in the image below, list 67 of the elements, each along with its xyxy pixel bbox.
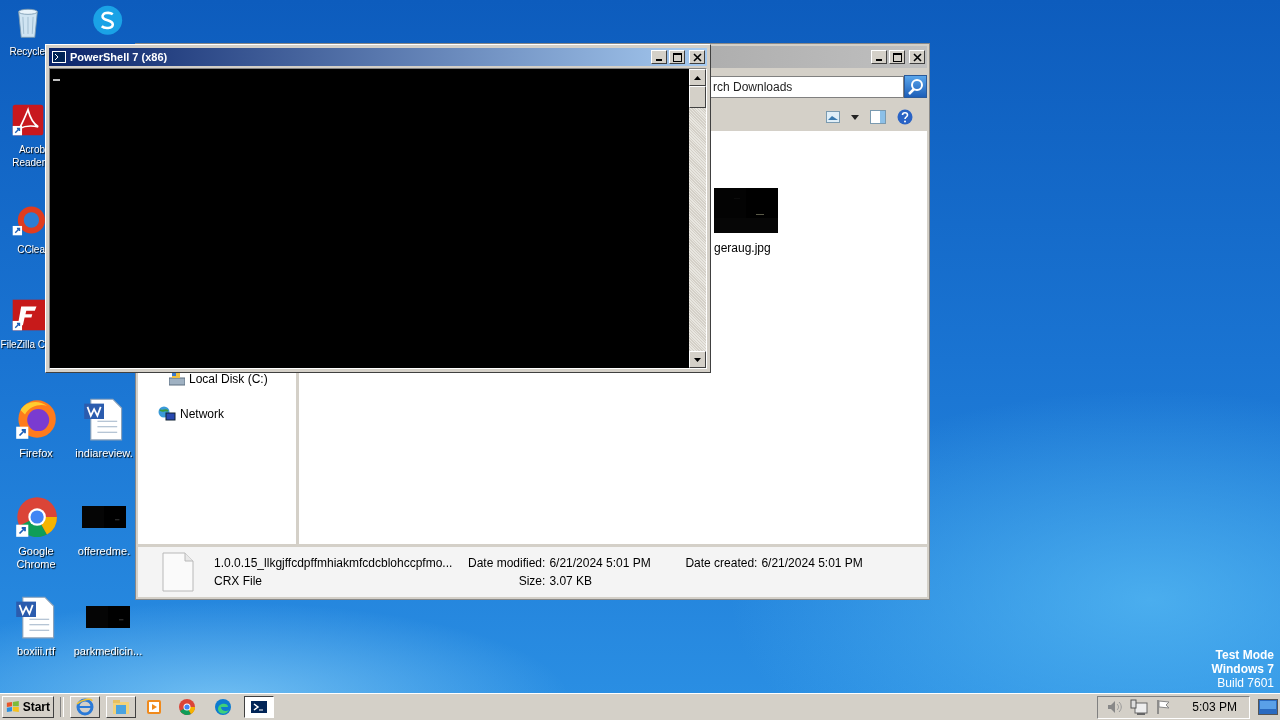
field-value: 3.07 KB — [549, 574, 594, 588]
maximize-icon — [892, 52, 902, 62]
field-label: Date created: — [685, 556, 758, 570]
start-button[interactable]: Start — [2, 696, 54, 718]
folder-icon — [112, 698, 130, 716]
chrome-icon — [178, 698, 196, 716]
internet-explorer-icon — [76, 698, 94, 716]
close-icon — [692, 52, 702, 62]
field-value: 6/21/2024 5:01 PM — [549, 556, 652, 570]
field-label: Date modified: — [468, 556, 546, 570]
minimize-button[interactable] — [871, 50, 887, 64]
system-notice: Build 7601 — [1217, 676, 1274, 690]
close-button[interactable] — [689, 50, 705, 64]
network-icon[interactable] — [1130, 699, 1149, 715]
windows-flag-icon — [6, 700, 20, 714]
minimize-icon — [656, 59, 662, 61]
firefox-icon[interactable] — [14, 397, 58, 441]
preview-pane-icon[interactable] — [870, 110, 886, 124]
minimize-button[interactable] — [651, 50, 667, 64]
terminal-icon — [250, 698, 268, 716]
close-button[interactable] — [909, 50, 925, 64]
close-icon — [912, 52, 922, 62]
system-notice: Windows 7 — [1211, 662, 1274, 676]
help-icon[interactable] — [897, 109, 913, 125]
nav-item[interactable]: Network — [158, 406, 224, 422]
scrollbar[interactable] — [689, 69, 706, 368]
system-notice: Test Mode — [1215, 648, 1274, 662]
chrome-icon[interactable] — [14, 495, 58, 539]
file-name: 1.0.0.15_llkgjffcdpffmhiakmfcdcblohccpfmo... — [214, 556, 454, 570]
icon-label[interactable]: Acrob Reader — [11, 143, 45, 169]
nav-item[interactable]: Local Disk (C:) — [169, 372, 268, 386]
text-cursor — [53, 79, 60, 81]
maximize-icon — [672, 52, 682, 62]
icon-label[interactable]: Recycle — [9, 45, 45, 58]
file-name[interactable]: geraug.jpg — [714, 241, 771, 255]
edge-icon — [214, 698, 232, 716]
search-button[interactable] — [904, 75, 927, 98]
terminal-icon — [52, 51, 66, 63]
icon-label[interactable]: boxiii.rtf — [17, 645, 55, 658]
file-icon — [162, 552, 194, 592]
icon-label[interactable]: indiareview. — [75, 447, 133, 460]
view-icon[interactable] — [826, 111, 840, 123]
maximize-button[interactable] — [889, 50, 905, 64]
scroll-thumb[interactable] — [689, 86, 706, 108]
icon-label[interactable]: Firefox — [19, 447, 53, 460]
down-arrow-icon[interactable] — [694, 357, 701, 362]
drive-icon — [169, 372, 185, 386]
icon-label[interactable]: FileZilla C — [0, 338, 45, 351]
icon-label[interactable]: offeredme. — [77, 545, 131, 558]
clock[interactable]: 5:03 PM — [1192, 700, 1237, 714]
up-arrow-icon[interactable] — [694, 75, 701, 80]
show-desktop-icon[interactable] — [1258, 699, 1278, 715]
search-field[interactable]: rch Downloads — [710, 75, 904, 98]
file-type: CRX File — [214, 574, 263, 588]
taskbar-button[interactable] — [244, 696, 274, 718]
field-value: 6/21/2024 5:01 PM — [761, 556, 863, 570]
maximize-button[interactable] — [669, 50, 685, 64]
minimize-icon — [876, 59, 882, 61]
network-icon — [158, 406, 176, 422]
icon-label[interactable]: CClea — [17, 243, 45, 256]
dropdown-icon[interactable] — [851, 114, 859, 120]
icon-label[interactable]: parkmedicin... — [73, 645, 143, 658]
field-label: Size: — [518, 574, 546, 588]
media-player-icon — [145, 698, 163, 716]
pdf-reader-icon[interactable] — [11, 103, 45, 137]
window-title: PowerShell 7 (x86) — [70, 51, 169, 63]
icon-label[interactable]: Google Chrome — [0, 545, 72, 571]
